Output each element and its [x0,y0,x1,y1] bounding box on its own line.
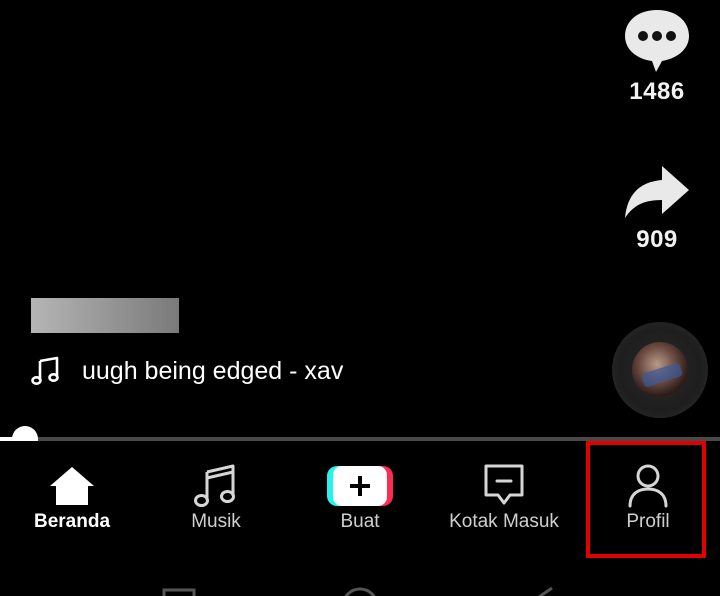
home-icon [50,467,94,505]
tab-buat[interactable]: Buat [288,441,432,551]
home-nav-icon[interactable] [343,587,377,596]
comment-button[interactable]: 1486 [612,6,702,106]
tab-label-beranda: Beranda [33,511,111,532]
music-info[interactable]: uugh being edged - xav [30,356,343,386]
tab-label-kotak-masuk: Kotak Masuk [449,511,559,532]
inbox-icon [484,464,524,505]
music-disc-avatar [632,342,688,398]
back-nav-icon[interactable] [526,586,553,596]
music-icon [194,464,235,507]
share-count: 909 [636,226,678,253]
tab-kotak-masuk[interactable]: Kotak Masuk [432,441,576,551]
comment-icon [625,10,689,72]
recent-apps-icon[interactable] [162,588,196,596]
plus-icon [350,476,370,496]
username-redacted[interactable] [31,298,179,333]
create-button[interactable] [327,466,393,506]
highlight-box [586,441,706,558]
share-button[interactable]: 909 [612,162,702,254]
tab-label-buat: Buat [340,511,380,532]
music-title: uugh being edged - xav [82,356,344,385]
tab-label-musik: Musik [191,511,241,532]
tab-musik[interactable]: Musik [144,441,288,551]
comment-count: 1486 [629,78,685,105]
share-icon [625,166,689,218]
system-navigation-bar [162,586,553,596]
music-disc[interactable] [612,322,708,418]
tab-beranda[interactable]: Beranda [0,441,144,551]
music-note-icon [31,356,59,385]
